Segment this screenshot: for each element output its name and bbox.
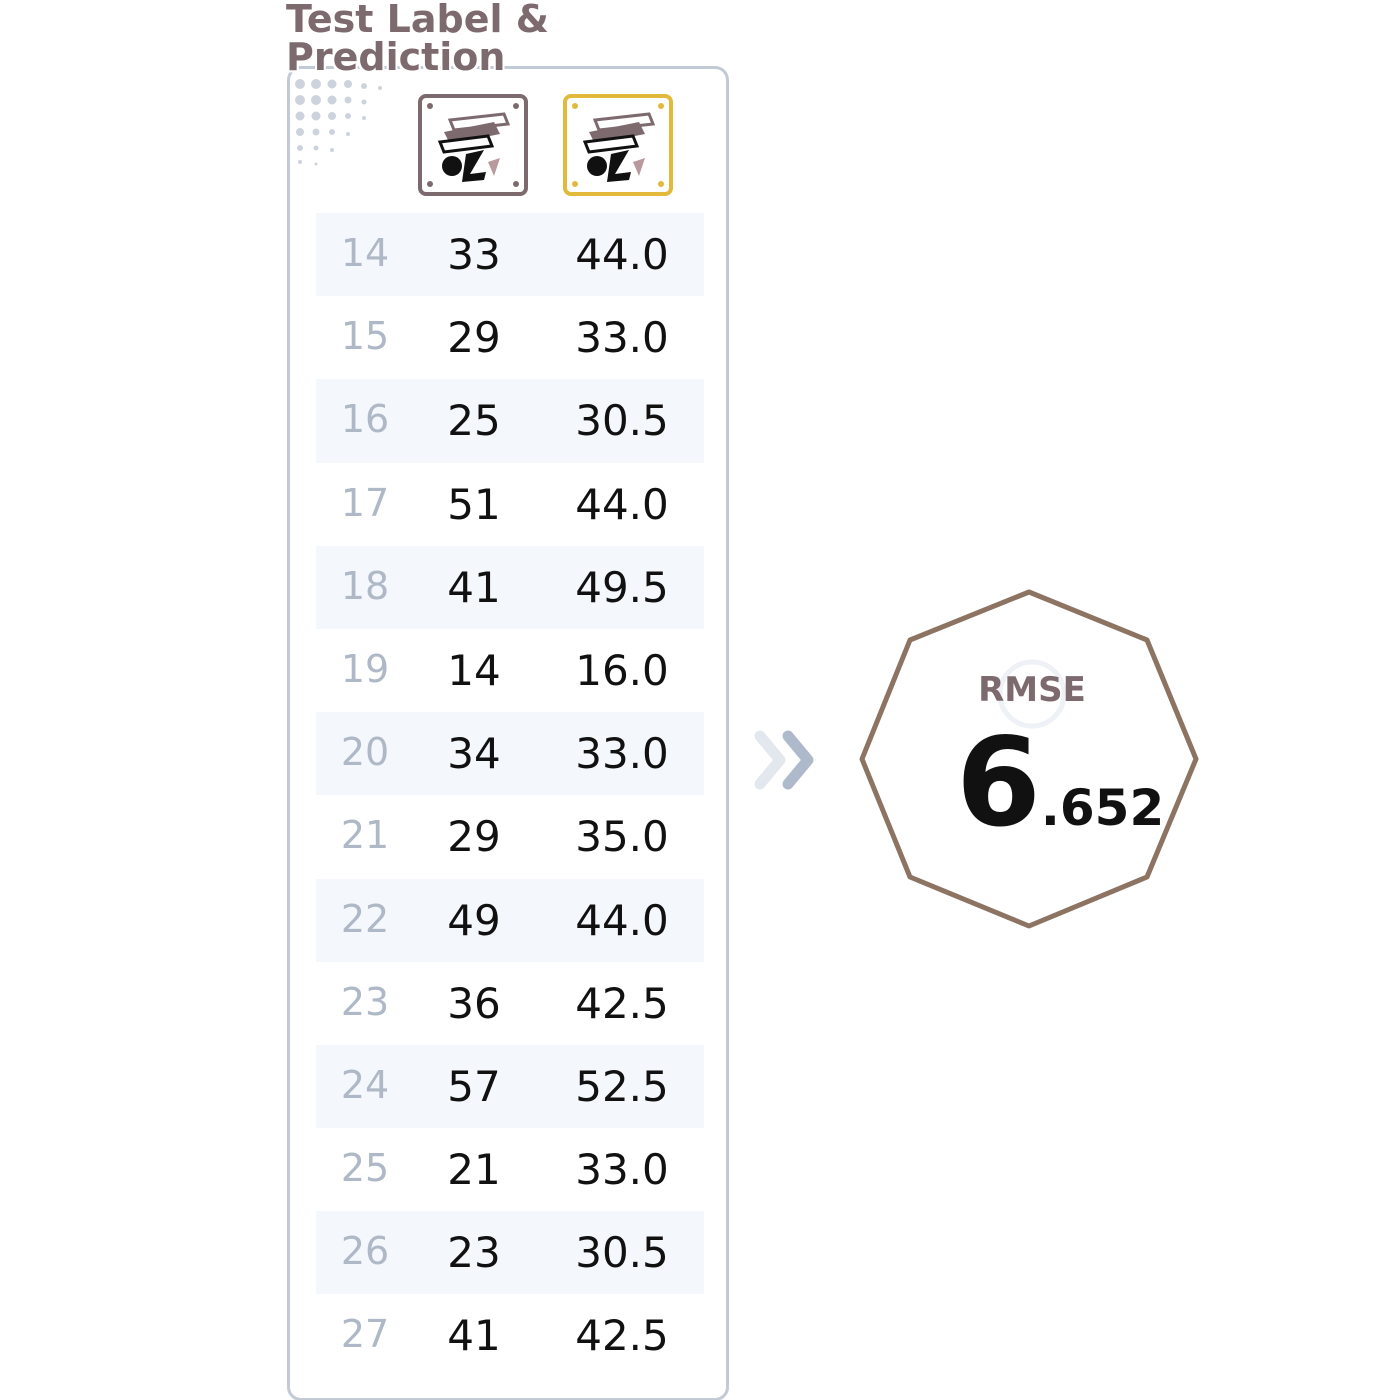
row-prediction: 30.5 (575, 1228, 669, 1278)
row-label: 25 (447, 396, 501, 446)
row-prediction: 44.0 (575, 230, 669, 279)
table-row: 22 49 44.0 (316, 878, 704, 962)
row-prediction: 44.0 (575, 479, 669, 529)
table-row: 20 34 33.0 (316, 712, 704, 796)
row-index: 15 (340, 314, 390, 359)
row-prediction: 33.0 (575, 729, 669, 779)
row-label: 29 (447, 812, 501, 862)
row-index: 27 (340, 1312, 390, 1357)
row-index: 26 (340, 1229, 390, 1274)
row-label: 34 (447, 729, 501, 779)
table-row: 17 51 44.0 (316, 463, 704, 546)
label-column-header (418, 94, 528, 196)
title-line-2: Prediction (286, 35, 506, 79)
row-label: 51 (447, 479, 501, 529)
metric-value-integer: 6 (956, 712, 1041, 854)
row-label: 41 (447, 1311, 501, 1361)
row-index: 25 (340, 1146, 390, 1191)
row-prediction: 42.5 (575, 978, 669, 1028)
game-icon (572, 103, 664, 187)
table-row: 16 25 30.5 (316, 379, 704, 463)
metric-value-fraction: .652 (1040, 779, 1165, 837)
row-label: 33 (447, 230, 501, 279)
row-prediction: 44.0 (575, 895, 669, 945)
row-prediction: 42.5 (575, 1311, 669, 1361)
row-label: 41 (447, 562, 501, 612)
row-index: 20 (340, 730, 390, 775)
row-index: 22 (340, 896, 390, 941)
row-label: 29 (447, 313, 501, 363)
data-table: 14 33 44.0 15 29 33.0 16 25 30.5 17 51 4… (316, 213, 704, 1378)
row-index: 16 (340, 397, 390, 442)
row-index: 19 (340, 646, 390, 691)
row-prediction: 33.0 (575, 1145, 669, 1195)
metric-label: RMSE (978, 670, 1086, 710)
table-row: 27 41 42.5 (316, 1294, 704, 1377)
row-prediction: 35.0 (575, 812, 669, 862)
metric-value: 6.652 (956, 722, 1164, 844)
row-label: 49 (447, 895, 501, 945)
panel-title: Test Label & Prediction (286, 0, 549, 76)
row-label: 23 (447, 1228, 501, 1278)
table-row: 18 41 49.5 (316, 545, 704, 629)
row-prediction: 49.5 (575, 562, 669, 612)
table-row: 14 33 44.0 (316, 213, 704, 297)
title-line-1: Test Label & (286, 0, 549, 41)
double-chevron-right-icon (754, 730, 814, 790)
table-row: 19 14 16.0 (316, 629, 704, 712)
table-row: 21 29 35.0 (316, 795, 704, 878)
row-index: 17 (340, 480, 390, 525)
row-index: 18 (340, 563, 390, 608)
row-prediction: 33.0 (575, 313, 669, 363)
row-prediction: 52.5 (575, 1061, 669, 1111)
table-row: 23 36 42.5 (316, 962, 704, 1045)
row-label: 21 (447, 1145, 501, 1195)
row-index: 24 (340, 1062, 390, 1107)
table-row: 26 23 30.5 (316, 1211, 704, 1295)
row-index: 23 (340, 979, 390, 1024)
row-label: 36 (447, 978, 501, 1028)
table-row: 25 21 33.0 (316, 1128, 704, 1211)
row-label: 57 (447, 1061, 501, 1111)
prediction-column-header (563, 94, 673, 196)
row-index: 14 (340, 231, 390, 275)
row-index: 21 (340, 813, 390, 858)
table-row: 15 29 33.0 (316, 296, 704, 379)
rmse-badge: RMSE 6.652 (856, 586, 1202, 932)
game-icon (427, 103, 519, 187)
row-prediction: 30.5 (575, 396, 669, 446)
dot-pattern-decoration (295, 79, 382, 166)
table-row: 24 57 52.5 (316, 1044, 704, 1129)
row-label: 14 (447, 645, 501, 695)
row-prediction: 16.0 (575, 645, 669, 695)
